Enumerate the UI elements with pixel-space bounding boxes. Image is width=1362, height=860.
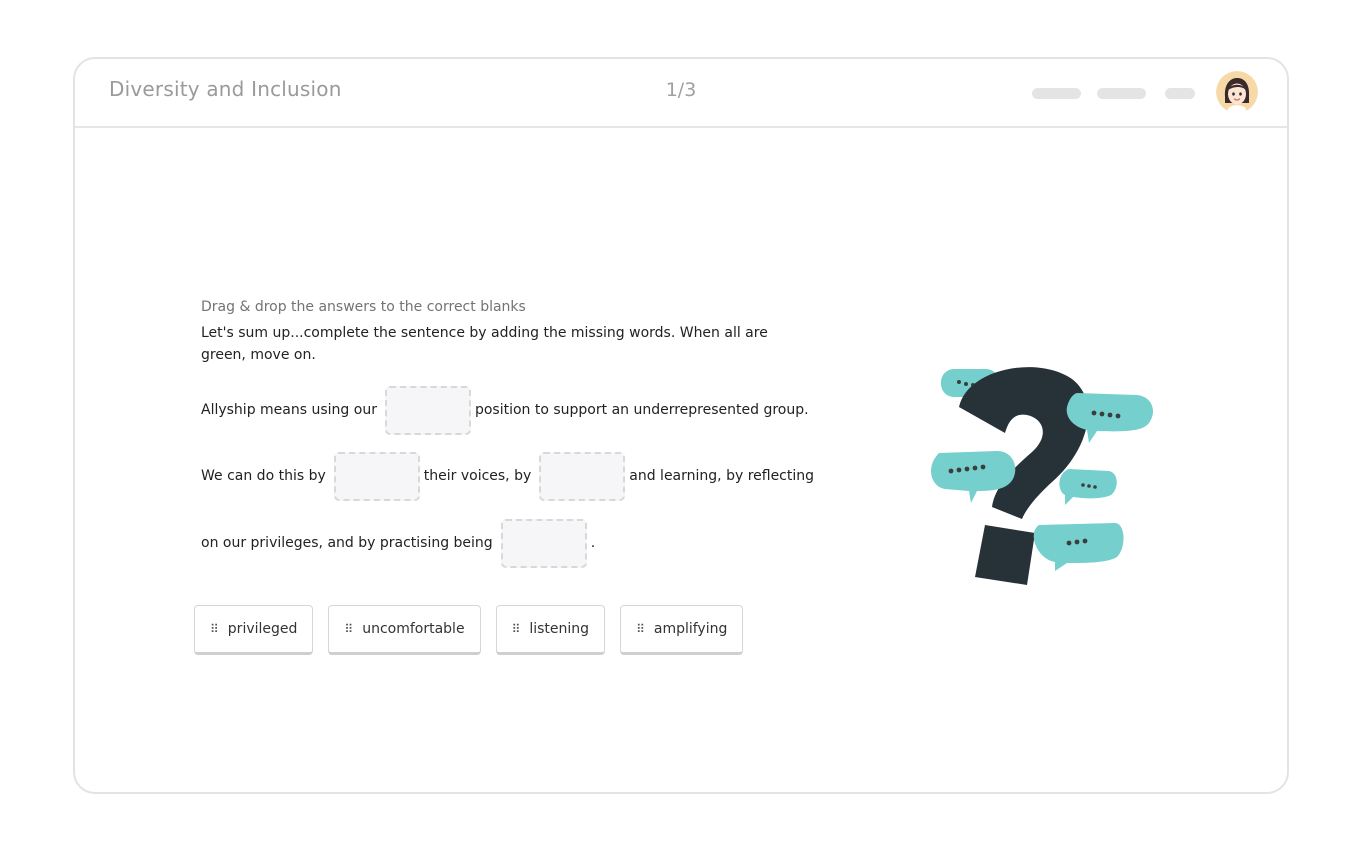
sentence-text: We can do this by xyxy=(201,468,326,484)
answer-label: privileged xyxy=(227,621,298,637)
answer-chip-privileged[interactable]: ⠿ privileged xyxy=(194,605,314,655)
sentence-text: on our privileges, and by practising bei… xyxy=(201,535,493,551)
drag-handle-icon: ⠿ xyxy=(511,622,521,636)
answer-label: listening xyxy=(529,621,590,637)
answer-chip-uncomfortable[interactable]: ⠿ uncomfortable xyxy=(328,605,481,655)
avatar-face-icon xyxy=(1216,71,1258,113)
question-mark-illustration xyxy=(931,367,1153,585)
nav-placeholder-3[interactable] xyxy=(1165,88,1195,99)
drag-handle-icon: ⠿ xyxy=(636,622,645,636)
activity-prompt: Let's sum up...complete the sentence by … xyxy=(201,325,768,363)
sentence-line-1: Allyship means using our position to sup… xyxy=(201,384,809,436)
drop-blank-3[interactable] xyxy=(539,451,626,501)
drag-handle-icon: ⠿ xyxy=(344,622,353,636)
drop-blank-2[interactable] xyxy=(333,451,420,501)
course-window: Diversity and Inclusion 1/3 Drag & drop … xyxy=(73,57,1289,794)
sentence-text: their voices, by xyxy=(423,468,532,484)
drag-handle-icon: ⠿ xyxy=(210,622,219,636)
answer-bank: ⠿ privileged ⠿ uncomfortable ⠿ listening… xyxy=(194,605,744,655)
answer-chip-amplifying[interactable]: ⠿ amplifying xyxy=(620,605,744,655)
user-avatar[interactable] xyxy=(1216,71,1258,113)
drop-blank-4[interactable] xyxy=(500,518,587,568)
sentence-text: and learning, by reflecting xyxy=(629,468,815,484)
speech-bubble-icon xyxy=(1033,523,1124,571)
sentence-line-2: We can do this by their voices, by and l… xyxy=(201,450,814,502)
sentence-line-3: on our privileges, and by practising bei… xyxy=(201,517,595,569)
drop-blank-1[interactable] xyxy=(384,385,471,435)
top-bar: Diversity and Inclusion 1/3 xyxy=(75,59,1287,128)
sentence-text: Allyship means using our xyxy=(201,402,377,418)
sentence-text: position to support an underrepresented … xyxy=(474,402,809,418)
answer-label: uncomfortable xyxy=(362,621,465,637)
answer-chip-listening[interactable]: ⠿ listening xyxy=(495,605,606,655)
sentence-text: . xyxy=(590,535,596,551)
answer-label: amplifying xyxy=(653,621,728,637)
question-dot-icon xyxy=(975,525,1035,585)
speech-bubble-icon xyxy=(1059,469,1117,505)
nav-placeholder-1[interactable] xyxy=(1032,88,1081,99)
activity-instruction: Drag & drop the answers to the correct b… xyxy=(201,299,526,315)
nav-placeholder-2[interactable] xyxy=(1097,88,1146,99)
